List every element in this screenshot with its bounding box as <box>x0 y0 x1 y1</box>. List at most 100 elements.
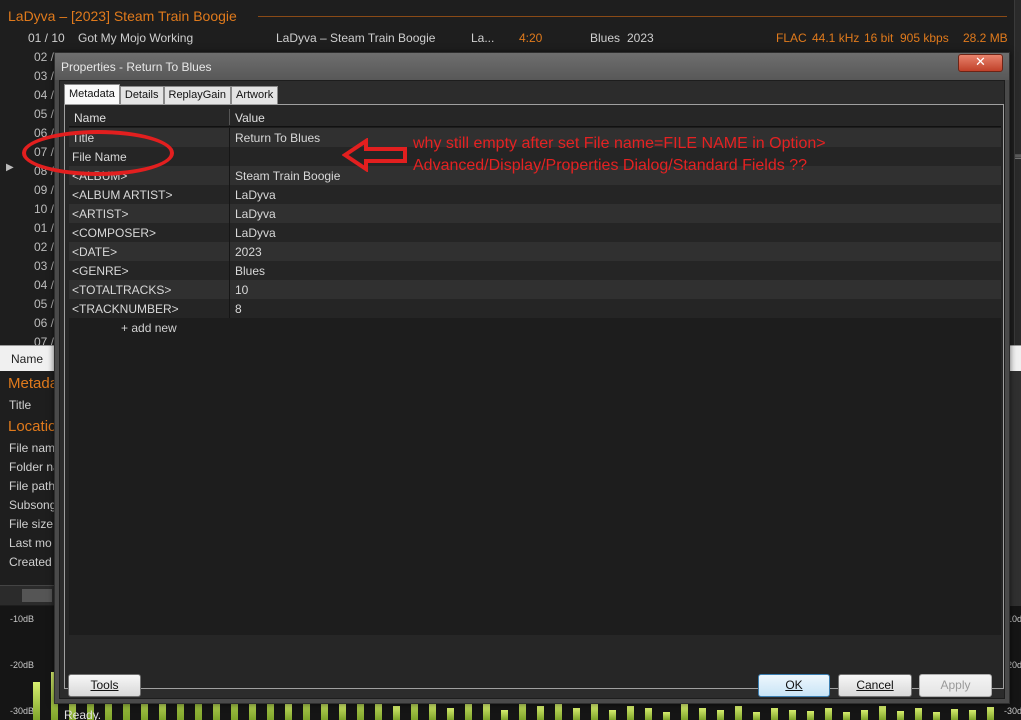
dialog-titlebar[interactable]: Properties - Return To Blues ✕ <box>55 53 1009 80</box>
annotation-line-2: Advanced/Display/Properties Dialog/Stand… <box>413 157 807 174</box>
metadata-field-value[interactable]: 2023 <box>235 245 262 259</box>
tab-strip: Metadata Details ReplayGain Artwork <box>64 84 279 104</box>
metadata-row[interactable]: <ALBUM ARTIST> LaDyva <box>69 185 1001 204</box>
spectrum-bar <box>339 702 346 720</box>
column-header-name[interactable]: Name <box>74 111 106 125</box>
spectrum-bar <box>789 710 796 720</box>
track-bitrate: 905 kbps <box>900 31 949 45</box>
spectrum-bar <box>825 708 832 720</box>
scroll-grip-icon: ≡ <box>1014 152 1021 163</box>
spectrum-bar <box>447 708 454 720</box>
row-column-separator <box>229 223 230 242</box>
spectrum-bar <box>681 704 688 720</box>
tools-button[interactable]: Tools <box>68 674 141 697</box>
spectrum-bar <box>573 708 580 720</box>
metadata-field-value[interactable]: 8 <box>235 302 242 316</box>
metadata-tab-panel: Name Value Title Return To Blues File Name… <box>64 104 1004 689</box>
close-button[interactable]: ✕ <box>958 54 1003 72</box>
scrollbar-thumb[interactable] <box>22 589 52 602</box>
track-year: 2023 <box>627 31 654 45</box>
tab-metadata[interactable]: Metadata <box>64 84 120 104</box>
column-divider[interactable] <box>229 109 230 125</box>
playlist-track-number: 02 / <box>33 240 54 254</box>
row-column-separator <box>229 299 230 318</box>
spectrum-bar <box>501 710 508 720</box>
track-bitdepth: 16 bit <box>864 31 894 45</box>
add-new-link[interactable]: + add new <box>121 321 177 335</box>
ok-button-label: OK <box>785 678 803 692</box>
metadata-row[interactable]: <DATE> 2023 <box>69 242 1001 261</box>
metadata-field-name: <TRACKNUMBER> <box>72 302 179 316</box>
metadata-row[interactable]: <ARTIST> LaDyva <box>69 204 1001 223</box>
row-column-separator <box>229 185 230 204</box>
metadata-row[interactable]: <GENRE> Blues <box>69 261 1001 280</box>
db-label: -30dB <box>10 706 35 716</box>
track-codec: FLAC <box>776 31 807 45</box>
tab-replaygain[interactable]: ReplayGain <box>163 86 231 104</box>
track-album: LaDyva – Steam Train Boogie <box>276 31 436 45</box>
track-size: 28.2 MB <box>963 31 1008 45</box>
metadata-field-name: <ARTIST> <box>72 207 129 221</box>
location-field-label: File size <box>9 517 54 531</box>
location-field-label: File path <box>9 479 56 493</box>
metadata-field-name: <DATE> <box>72 245 118 259</box>
playlist-track-number: 06 / <box>33 316 54 330</box>
metadata-field-value[interactable]: LaDyva <box>235 207 276 221</box>
spectrum-bar <box>591 704 598 720</box>
track-genre: Blues <box>590 31 621 45</box>
album-header-divider <box>258 16 1007 17</box>
db-label: -10dB <box>10 614 35 624</box>
spectrum-bar <box>843 712 850 720</box>
cancel-button-label: Cancel <box>856 678 894 692</box>
spectrum-bar <box>735 706 742 720</box>
row-column-separator <box>229 242 230 261</box>
metadata-row[interactable]: <TRACKNUMBER> 8 <box>69 299 1001 318</box>
location-field-label: Last mo <box>9 536 52 550</box>
apply-button-label: Apply <box>940 678 971 692</box>
annotation-ellipse <box>22 130 174 176</box>
track-samplerate: 44.1 kHz <box>812 31 860 45</box>
spectrum-bar <box>609 710 616 720</box>
spectrum-bar <box>753 712 760 720</box>
row-column-separator <box>229 128 230 147</box>
metadata-field-value[interactable]: Steam Train Boogie <box>235 169 340 183</box>
field-title: Title <box>9 398 32 412</box>
ok-button[interactable]: OK <box>758 674 830 697</box>
spectrum-bar <box>483 704 490 720</box>
album-group-header: LaDyva – [2023] Steam Train Boogie <box>8 8 237 24</box>
metadata-field-value[interactable]: 10 <box>235 283 248 297</box>
row-column-separator <box>229 147 230 166</box>
metadata-field-value[interactable]: Return To Blues <box>235 131 320 145</box>
metadata-field-name: <TOTALTRACKS> <box>72 283 172 297</box>
location-field-label: Folder na <box>9 460 60 474</box>
spectrum-bar <box>987 707 994 720</box>
tab-details[interactable]: Details <box>119 86 164 104</box>
annotation-line-1: why still empty after set File name=FILE… <box>413 135 826 152</box>
column-header-value[interactable]: Value <box>235 111 265 125</box>
spectrum-bar <box>969 710 976 720</box>
playlist-track-number: 04 / <box>33 278 54 292</box>
spectrum-bar <box>537 706 544 720</box>
metadata-row[interactable]: <TOTALTRACKS> 10 <box>69 280 1001 299</box>
metadata-row[interactable]: <COMPOSER> LaDyva <box>69 223 1001 242</box>
db-label-right: -30d <box>1004 706 1021 716</box>
add-new-row[interactable]: + add new <box>69 318 1001 337</box>
playlist-track-number: 10 / <box>33 202 54 216</box>
cancel-button[interactable]: Cancel <box>838 674 912 697</box>
apply-button[interactable]: Apply <box>919 674 992 697</box>
spectrum-bar <box>771 708 778 720</box>
now-playing-icon: ▶ <box>6 162 14 173</box>
spectrum-bar <box>393 706 400 720</box>
tab-artwork[interactable]: Artwork <box>230 86 279 104</box>
metadata-field-name: <COMPOSER> <box>72 226 157 240</box>
spectrum-bar <box>951 709 958 720</box>
playlist-track-number: 04 / <box>33 88 54 102</box>
playlist-row[interactable]: 01 / 10 Got My Mojo Working LaDyva – Ste… <box>0 28 1014 47</box>
track-duration: 4:20 <box>519 31 543 45</box>
spectrum-bar <box>807 711 814 720</box>
metadata-field-value[interactable]: LaDyva <box>235 226 276 240</box>
playlist-scrollbar[interactable] <box>1014 0 1021 345</box>
spectrum-bar <box>663 712 670 720</box>
metadata-field-value[interactable]: LaDyva <box>235 188 276 202</box>
metadata-field-value[interactable]: Blues <box>235 264 265 278</box>
